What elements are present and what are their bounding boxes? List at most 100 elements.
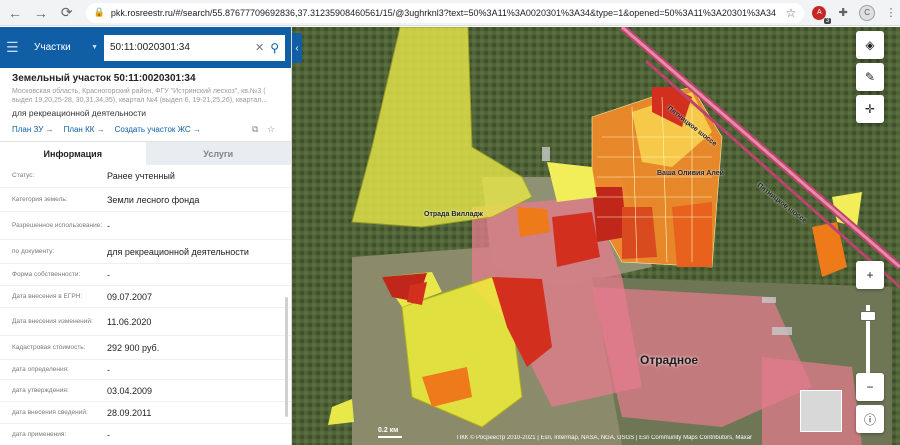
row-value: 28.09.2011 [107,407,152,418]
parcel-title: Земельный участок 50:11:0020301:34 [12,73,196,84]
profile-avatar[interactable]: C [858,4,876,22]
scale-label: 0.2 км [378,427,399,434]
back-icon[interactable]: ← [4,2,26,24]
panel-scrollbar[interactable] [285,297,288,417]
list-item: дата утверждения: 03.04.2009 [0,380,291,402]
row-value: для рекреационной деятельности [107,246,249,257]
town-label: Отрадное [640,353,699,367]
zoom-out-button[interactable]: − [856,373,884,401]
parcel-orange [517,207,550,237]
row-label: дата определения: [12,365,69,373]
info-tabs: Информация Услуги [0,141,291,165]
row-value: 11.06.2020 [107,316,152,327]
zoom-in-button[interactable]: + [856,261,884,289]
row-value: - [107,429,110,440]
list-item: Дата внесения изменений: 11.06.2020 [0,308,291,336]
list-item: Разрешенное использование: - [0,212,291,240]
parcel-purpose: для рекреационной деятельности [12,108,147,118]
browser-menu-icon[interactable]: ⋮ [882,4,900,22]
row-label: дата применения: [12,430,67,438]
map-attribution: ПКК © Росреестр 2010-2021 | Esri, Interm… [457,435,753,441]
row-label: Кадастровая стоимость: [12,343,86,351]
pencil-icon: ✎ [864,70,876,84]
browser-toolbar: ← → ⟳ 🔒 pkk.rosreestr.ru/#/search/55.876… [0,0,900,26]
bookmark-star-icon[interactable]: ☆ [786,6,797,20]
search-value: 50:11:0020301:34 [110,42,190,53]
layers-button[interactable]: ◈ [856,31,884,59]
create-parcel-link[interactable]: Создать участок ЖС → [115,125,201,134]
list-item: Кадастровая стоимость: 292 900 руб. [0,336,291,360]
row-label: Статус: [12,172,35,179]
clear-icon[interactable]: ✕ [255,41,264,54]
basemap-switcher[interactable] [800,390,842,432]
favorite-star-icon[interactable]: ☆ [267,124,275,134]
address-bar[interactable]: 🔒 pkk.rosreestr.ru/#/search/55.876777096… [85,2,805,23]
list-item: Категория земель: Земли лесного фонда [0,188,291,212]
map-view[interactable]: ‹ Отрада Вилладж Ваша Оливия Алей Пятниц… [292,27,900,445]
tab-information[interactable]: Информация [0,142,146,165]
crosshair-icon: ✛ [864,102,876,116]
share-icon[interactable]: ⧉ [252,124,258,134]
zoom-slider-handle[interactable] [860,311,876,321]
menu-icon[interactable]: ☰ [6,39,24,56]
chevron-down-icon: ▼ [91,44,98,51]
row-label: Форма собственности: [12,270,81,278]
row-value: - [107,269,110,280]
row-label: дата утверждения: [12,386,69,394]
row-label: дата внесения сведений: [12,408,88,416]
list-item: Форма собственности: - [0,264,291,286]
list-item: дата определения: - [0,360,291,380]
street-label-2: Ваша Оливия Алей [657,170,724,177]
list-item: дата применения: - [0,424,291,445]
search-input[interactable]: 50:11:0020301:34 ✕ ⚲ [104,34,285,61]
extension-badge: 3 [823,17,832,24]
street-label: Отрада Вилладж [424,211,483,218]
forward-icon[interactable]: → [30,2,52,24]
search-type-label: Участки [34,42,71,53]
plan-kk-link[interactable]: План КК → [64,125,105,134]
row-label: Дата внесения в ЕГРН: [12,292,83,300]
tab-services[interactable]: Услуги [145,142,291,165]
list-item: по документу: для рекреационной деятельно… [0,240,291,264]
parcel-header: Земельный участок 50:11:0020301:34 Моско… [0,68,291,135]
row-value: Ранее учтенный [107,171,175,181]
info-button[interactable]: ⓘ [856,405,884,433]
parcel-red [592,187,627,242]
extension-icon[interactable]: A3 [810,4,832,24]
row-label: Дата внесения изменений: [12,317,93,325]
measure-button[interactable]: ✎ [856,63,884,91]
info-panel: ☰ Участки ▼ 50:11:0020301:34 ✕ ⚲ Земельн… [0,27,292,445]
row-label: по документу: [12,247,55,255]
parcel-address: Московская область, Красногорский район,… [12,88,268,104]
row-label: Категория земель: [12,195,68,203]
search-type-select[interactable]: Участки ▼ [34,42,98,53]
row-value: 292 900 руб. [107,342,160,353]
satellite-map [292,27,900,445]
lock-icon: 🔒 [93,7,105,17]
parcel-red [622,207,657,259]
list-item: Статус: Ранее учтенный [0,165,291,188]
row-label: Разрешенное использование: [12,221,103,229]
plan-zu-link[interactable]: План ЗУ → [12,125,54,134]
url-text: pkk.rosreestr.ru/#/search/55.87677709692… [110,7,776,18]
list-item: дата внесения сведений: 28.09.2011 [0,402,291,424]
parcel-links: План ЗУ → План КК → Создать участок ЖС →… [12,124,281,135]
attribute-list: Статус: Ранее учтенный Категория земель: З… [0,165,291,445]
list-item: Дата внесения в ЕГРН: 09.07.2007 [0,286,291,308]
row-value: 09.07.2007 [107,291,153,302]
row-value: - [107,220,110,231]
collapse-panel-button[interactable]: ‹ [292,33,302,63]
row-value: 03.04.2009 [107,385,153,396]
puzzle-icon[interactable]: ✚ [834,4,852,22]
row-value: - [107,364,110,375]
search-bar: ☰ Участки ▼ 50:11:0020301:34 ✕ ⚲ [0,27,291,68]
parcel-tools: ⧉ ☆ [252,124,281,135]
info-icon: ⓘ [863,412,876,427]
plus-icon: + [866,268,874,282]
minus-icon: − [866,380,874,394]
row-value: Земли лесного фонда [107,194,200,205]
search-icon[interactable]: ⚲ [270,41,279,55]
reload-icon[interactable]: ⟳ [56,2,78,24]
locate-button[interactable]: ✛ [856,95,884,123]
layers-icon: ◈ [865,38,875,52]
